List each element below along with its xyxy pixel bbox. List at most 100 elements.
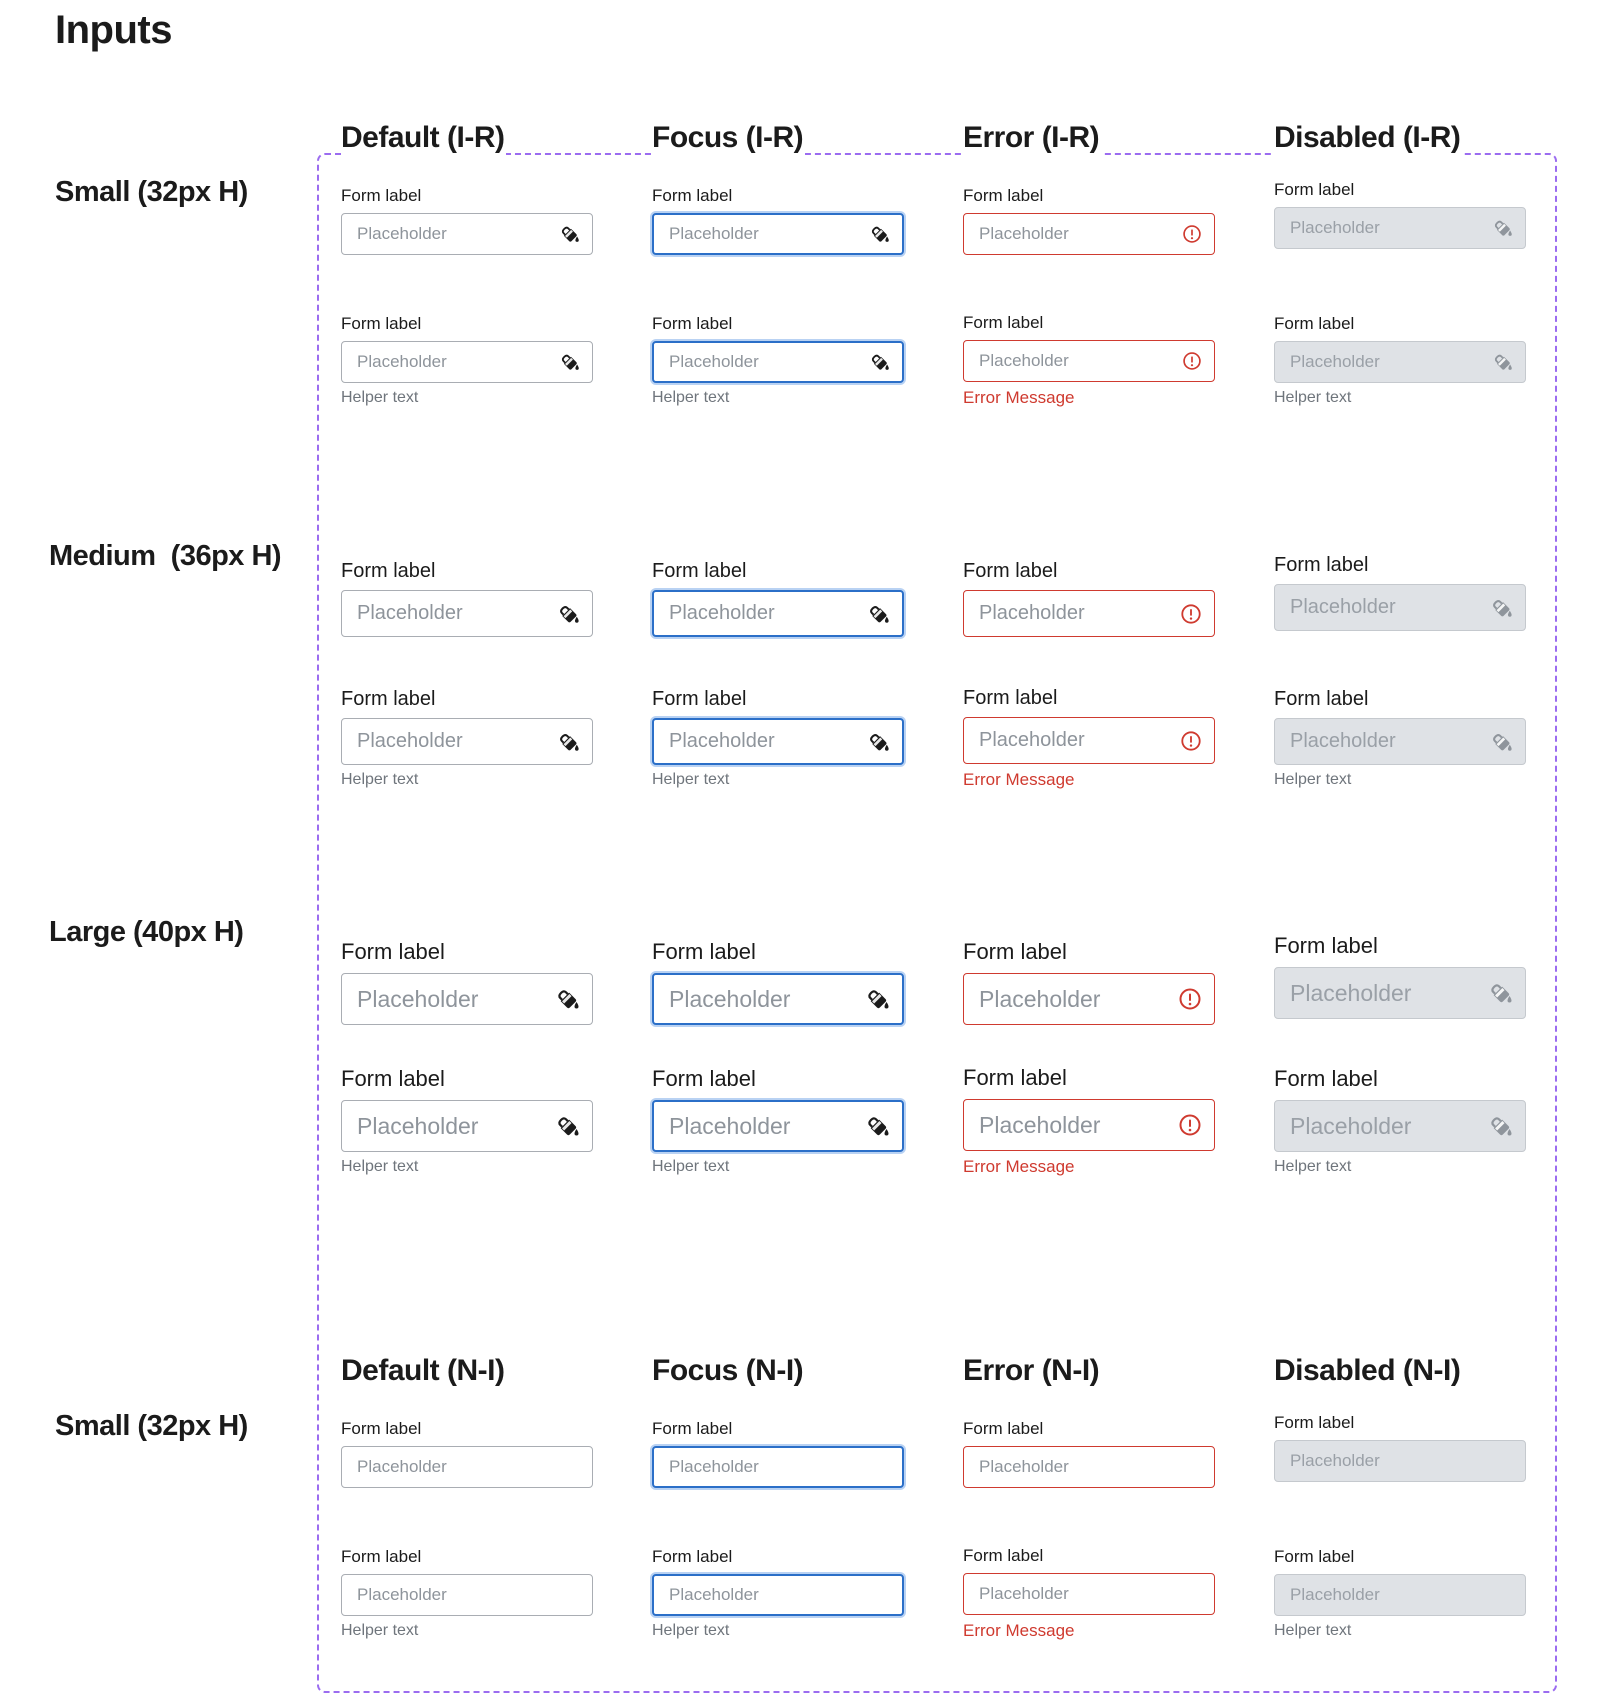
form-label: Form label [1274,314,1355,333]
disabled-text-input: Placeholder [1274,207,1526,249]
paint-bucket-icon [1489,1114,1513,1138]
error-input-field: Form label Placeholder Error Message [963,313,1215,408]
form-label: Form label [341,186,422,205]
form-label: Form label [652,560,747,582]
error-text-input[interactable]: Placeholder [963,340,1215,382]
form-label: Form label [652,314,733,333]
disabled-input-field: Form label Placeholder Helper text [1274,1547,1526,1640]
error-circle-icon [1178,1113,1202,1137]
input-placeholder: Placeholder [1290,352,1380,371]
paint-bucket-icon [1493,352,1513,372]
error-message: Error Message [963,770,1075,789]
error-input-field: Form label Placeholder Error Message [963,1065,1215,1177]
error-text-input[interactable]: Placeholder [963,1099,1215,1151]
column-header: Default (N-I) [341,1353,507,1389]
paint-bucket-icon [866,1114,890,1138]
focus-text-input[interactable]: Placeholder [652,718,904,765]
error-input-field: Form label Placeholder [963,186,1215,255]
form-label: Form label [963,1065,1067,1090]
form-label: Form label [963,1419,1044,1438]
disabled-text-input: Placeholder [1274,584,1526,631]
paint-bucket-icon [870,352,890,372]
focus-input-field: Form label Placeholder Helper text [652,688,904,789]
default-text-input[interactable]: Placeholder [341,341,593,383]
input-placeholder: Placeholder [357,1457,447,1476]
default-text-input[interactable]: Placeholder [341,1100,593,1152]
column-header: Focus (I-R) [652,120,806,156]
focus-text-input[interactable]: Placeholder [652,1100,904,1152]
focus-text-input[interactable]: Placeholder [652,973,904,1025]
disabled-input-field: Form label Placeholder [1274,933,1526,1019]
helper-text: Helper text [341,1158,419,1175]
page-title: Inputs [55,8,172,52]
error-text-input[interactable]: Placeholder [963,213,1215,255]
error-text-input[interactable]: Placeholder [963,590,1215,637]
input-placeholder: Placeholder [1290,596,1396,618]
column-header: Focus (N-I) [652,1353,806,1389]
form-label: Form label [1274,933,1378,958]
form-label: Form label [341,1547,422,1566]
error-circle-icon [1178,987,1202,1011]
error-input-field: Form label Placeholder [963,939,1215,1025]
paint-bucket-icon [556,1114,580,1138]
disabled-text-input: Placeholder [1274,718,1526,765]
error-text-input[interactable]: Placeholder [963,717,1215,764]
form-label: Form label [341,688,436,710]
size-row-label: Large (40px H) [49,916,244,948]
form-label: Form label [963,687,1058,709]
form-label: Form label [652,186,733,205]
helper-text: Helper text [652,771,730,788]
error-message: Error Message [963,1621,1075,1640]
focus-text-input[interactable]: Placeholder [652,1574,904,1616]
error-circle-icon [1182,351,1202,371]
input-placeholder: Placeholder [1290,730,1396,752]
default-text-input[interactable]: Placeholder [341,213,593,255]
default-text-input[interactable]: Placeholder [341,1574,593,1616]
focus-text-input[interactable]: Placeholder [652,213,904,255]
column-header: Error (N-I) [963,1353,1102,1389]
default-text-input[interactable]: Placeholder [341,1446,593,1488]
helper-text: Helper text [1274,389,1352,406]
default-text-input[interactable]: Placeholder [341,718,593,765]
focus-input-field: Form label Placeholder Helper text [652,1547,904,1640]
size-row-label: Small (32px H) [55,176,248,208]
disabled-text-input: Placeholder [1274,1100,1526,1152]
default-text-input[interactable]: Placeholder [341,590,593,637]
input-placeholder: Placeholder [1290,1451,1380,1470]
default-input-field: Form label Placeholder [341,1419,593,1488]
paint-bucket-icon [868,603,890,625]
input-placeholder: Placeholder [669,1457,759,1476]
paint-bucket-icon [1491,731,1513,753]
helper-text: Helper text [652,389,730,406]
input-placeholder: Placeholder [669,352,759,371]
helper-text: Helper text [652,1158,730,1175]
input-placeholder: Placeholder [979,1457,1069,1476]
error-input-field: Form label Placeholder Error Message [963,1546,1215,1641]
default-input-field: Form label Placeholder [341,186,593,255]
error-input-field: Form label Placeholder [963,1419,1215,1488]
size-row-label: Small (32px H) [55,1410,248,1442]
focus-text-input[interactable]: Placeholder [652,341,904,383]
size-row-label: Medium (36px H) [49,540,282,572]
default-text-input[interactable]: Placeholder [341,973,593,1025]
focus-text-input[interactable]: Placeholder [652,1446,904,1488]
error-text-input[interactable]: Placeholder [963,973,1215,1025]
focus-input-field: Form label Placeholder [652,186,904,255]
form-label: Form label [652,1066,756,1091]
error-message: Error Message [963,1157,1075,1176]
paint-bucket-icon [1489,981,1513,1005]
form-label: Form label [652,939,756,964]
paint-bucket-icon [558,603,580,625]
paint-bucket-icon [1491,597,1513,619]
focus-text-input[interactable]: Placeholder [652,590,904,637]
disabled-input-field: Form label Placeholder [1274,1413,1526,1482]
helper-text: Helper text [1274,1158,1352,1175]
form-label: Form label [963,186,1044,205]
form-label: Form label [963,1546,1044,1565]
error-text-input[interactable]: Placeholder [963,1573,1215,1615]
default-input-field: Form label Placeholder [341,939,593,1025]
form-label: Form label [1274,1547,1355,1566]
input-placeholder: Placeholder [979,1584,1069,1603]
disabled-input-field: Form label Placeholder Helper text [1274,688,1526,789]
error-text-input[interactable]: Placeholder [963,1446,1215,1488]
